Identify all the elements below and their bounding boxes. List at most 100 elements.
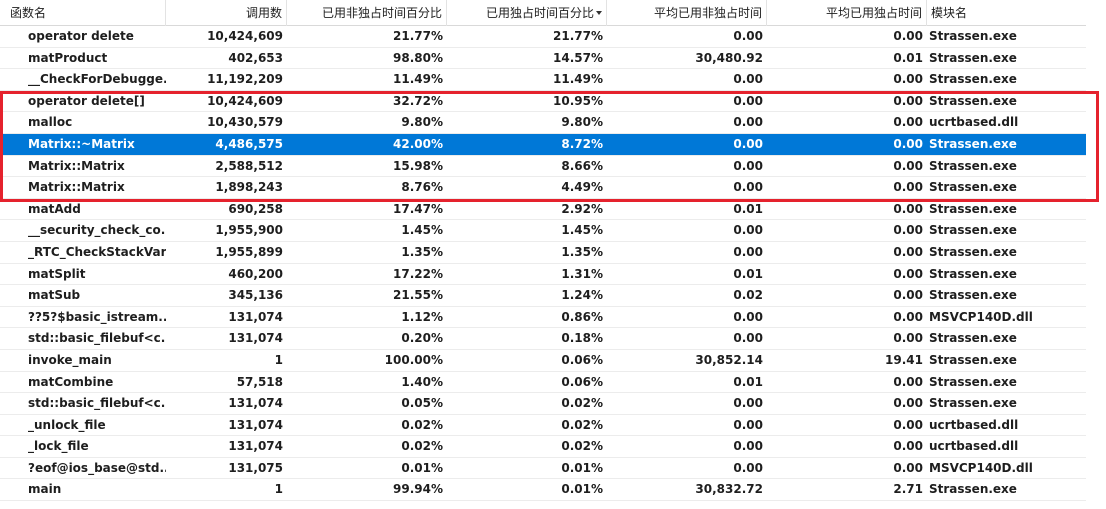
table-row[interactable]: _lock_file 131,074 0.02% 0.02% 0.00 0.00 ucrtb…	[0, 436, 1086, 458]
column-header-inclusive-pct[interactable]: 已用非独占时间百分比	[287, 0, 447, 26]
table-row[interactable]: ??5?$basic_istream... 131,074 1.12% 0.86% 0.…	[0, 307, 1086, 329]
cell-module: Strassen.exe	[929, 331, 1017, 346]
cell-inclusive-pct: 1.35%	[401, 244, 443, 259]
table-row[interactable]: _unlock_file 131,074 0.02% 0.02% 0.00 0.00 ucr…	[0, 415, 1086, 437]
cell-calls: 1	[274, 352, 283, 367]
cell-avg-exclusive: 0.00	[893, 180, 923, 195]
table-row[interactable]: __security_check_co... 1,955,900 1.45% 1.45…	[0, 220, 1086, 242]
cell-avg-inclusive: 0.00	[733, 115, 763, 130]
table-row[interactable]: _RTC_CheckStackVars 1,955,899 1.35% 1.35% 0.…	[0, 242, 1086, 264]
column-header-function-name[interactable]: 函数名	[0, 0, 166, 26]
cell-avg-exclusive: 0.00	[893, 158, 923, 173]
cell-inclusive-pct: 17.47%	[393, 201, 443, 216]
table-row[interactable]: operator delete[] 10,424,609 32.72% 10.95% 0…	[0, 91, 1086, 113]
cell-inclusive-pct: 32.72%	[393, 93, 443, 108]
table-row[interactable]: std::basic_filebuf<c... 131,074 0.05% 0.02%…	[0, 393, 1086, 415]
cell-function-name: Matrix::Matrix	[28, 180, 125, 195]
cell-avg-exclusive: 0.00	[893, 331, 923, 346]
cell-function-name: Matrix::Matrix	[28, 158, 125, 173]
cell-module: Strassen.exe	[929, 180, 1017, 195]
cell-exclusive-pct: 0.02%	[561, 417, 603, 432]
table-body: operator delete 10,424,609 21.77% 21.77% 0.0…	[0, 26, 1086, 502]
cell-module: Strassen.exe	[929, 201, 1017, 216]
cell-calls: 2,588,512	[215, 158, 283, 173]
cell-avg-exclusive: 0.00	[893, 396, 923, 411]
cell-avg-inclusive: 0.00	[733, 223, 763, 238]
cell-avg-inclusive: 0.00	[733, 72, 763, 87]
vertical-scrollbar[interactable]	[1086, 0, 1106, 509]
cell-avg-exclusive: 0.00	[893, 266, 923, 281]
cell-avg-exclusive: 0.00	[893, 439, 923, 454]
column-header-exclusive-pct[interactable]: 已用独占时间百分比	[447, 0, 607, 26]
table-row[interactable]: malloc 10,430,579 9.80% 9.80% 0.00 0.00 ucrtba…	[0, 112, 1086, 134]
cell-module: Strassen.exe	[929, 244, 1017, 259]
cell-avg-exclusive: 0.00	[893, 460, 923, 475]
table-row[interactable]: __CheckForDebugge... 11,192,209 11.49% 11.4…	[0, 69, 1086, 91]
cell-calls: 345,136	[228, 288, 283, 303]
cell-avg-inclusive: 0.00	[733, 460, 763, 475]
cell-avg-exclusive: 0.00	[893, 93, 923, 108]
cell-inclusive-pct: 1.12%	[401, 309, 443, 324]
cell-module: ucrtbased.dll	[929, 115, 1019, 130]
cell-calls: 131,075	[228, 460, 283, 475]
cell-avg-exclusive: 0.00	[893, 72, 923, 87]
cell-avg-inclusive: 0.01	[733, 201, 763, 216]
column-header-avg-inclusive[interactable]: 平均已用非独占时间	[607, 0, 767, 26]
cell-function-name: __security_check_co...	[28, 223, 166, 238]
cell-avg-inclusive: 0.00	[733, 417, 763, 432]
table-row[interactable]: operator delete 10,424,609 21.77% 21.77% 0.0…	[0, 26, 1086, 48]
cell-calls: 131,074	[228, 439, 283, 454]
table-row[interactable]: matSplit 460,200 17.22% 1.31% 0.01 0.00 Strass…	[0, 264, 1086, 286]
table-row[interactable]: invoke_main 1 100.00% 0.06% 30,852.14 19.41 St…	[0, 350, 1086, 372]
cell-exclusive-pct: 4.49%	[561, 180, 603, 195]
table-row[interactable]: ?eof@ios_base@std... 131,075 0.01% 0.01% 0.0…	[0, 458, 1086, 480]
cell-exclusive-pct: 2.92%	[561, 201, 603, 216]
table-row[interactable]: matSub 345,136 21.55% 1.24% 0.02 0.00 Strassen…	[0, 285, 1086, 307]
table-row[interactable]: main 1 99.94% 0.01% 30,832.72 2.71 Strassen.ex…	[0, 479, 1086, 502]
cell-function-name: _RTC_CheckStackVars	[28, 244, 166, 259]
cell-calls: 4,486,575	[215, 136, 283, 151]
table-row[interactable]: std::basic_filebuf<c... 131,074 0.20% 0.18%…	[0, 328, 1086, 350]
cell-exclusive-pct: 14.57%	[553, 50, 603, 65]
cell-inclusive-pct: 1.45%	[401, 223, 443, 238]
cell-function-name: matSplit	[28, 266, 86, 281]
cell-exclusive-pct: 1.45%	[561, 223, 603, 238]
cell-avg-inclusive: 0.00	[733, 331, 763, 346]
table-row[interactable]: matCombine 57,518 1.40% 0.06% 0.01 0.00 Strass…	[0, 372, 1086, 394]
cell-function-name: matSub	[28, 288, 81, 303]
column-header-row: 函数名 调用数 已用非独占时间百分比 已用独占时间百分比 平均已用非独占时间 平…	[0, 0, 1086, 26]
cell-avg-exclusive: 0.01	[893, 50, 923, 65]
table-row[interactable]: Matrix::~Matrix 4,486,575 42.00% 8.72% 0.00 0…	[0, 133, 1086, 156]
cell-inclusive-pct: 9.80%	[401, 115, 443, 130]
cell-exclusive-pct: 21.77%	[553, 29, 603, 43]
cell-calls: 57,518	[236, 374, 283, 389]
cell-calls: 1,955,899	[215, 244, 283, 259]
cell-calls: 10,424,609	[207, 29, 283, 43]
column-header-module[interactable]: 模块名	[927, 0, 1086, 26]
cell-function-name: operator delete[]	[28, 93, 145, 108]
cell-inclusive-pct: 100.00%	[384, 352, 443, 367]
cell-calls: 1	[274, 482, 283, 497]
cell-module: MSVCP140D.dll	[929, 460, 1033, 475]
cell-exclusive-pct: 0.01%	[561, 482, 603, 497]
cell-avg-exclusive: 0.00	[893, 244, 923, 259]
cell-avg-inclusive: 0.01	[733, 266, 763, 281]
table-row[interactable]: matProduct 402,653 98.80% 14.57% 30,480.92 0.…	[0, 48, 1086, 70]
cell-avg-inclusive: 0.02	[733, 288, 763, 303]
table-row[interactable]: Matrix::Matrix 1,898,243 8.76% 4.49% 0.00 0.0…	[0, 177, 1086, 199]
cell-exclusive-pct: 0.06%	[561, 374, 603, 389]
cell-exclusive-pct: 1.31%	[561, 266, 603, 281]
column-header-calls[interactable]: 调用数	[166, 0, 287, 26]
cell-calls: 10,430,579	[207, 115, 283, 130]
cell-avg-exclusive: 0.00	[893, 201, 923, 216]
cell-calls: 131,074	[228, 396, 283, 411]
table-row[interactable]: Matrix::Matrix 2,588,512 15.98% 8.66% 0.00 0.…	[0, 156, 1086, 178]
column-header-avg-exclusive[interactable]: 平均已用独占时间	[767, 0, 927, 26]
cell-avg-inclusive: 0.00	[733, 136, 763, 151]
table-row[interactable]: matAdd 690,258 17.47% 2.92% 0.01 0.00 Strassen…	[0, 199, 1086, 221]
cell-module: Strassen.exe	[929, 50, 1017, 65]
function-statistics-grid: 函数名 调用数 已用非独占时间百分比 已用独占时间百分比 平均已用非独占时间 平…	[0, 0, 1086, 509]
cell-avg-exclusive: 0.00	[893, 136, 923, 151]
cell-exclusive-pct: 0.86%	[561, 309, 603, 324]
cell-module: ucrtbased.dll	[929, 439, 1019, 454]
